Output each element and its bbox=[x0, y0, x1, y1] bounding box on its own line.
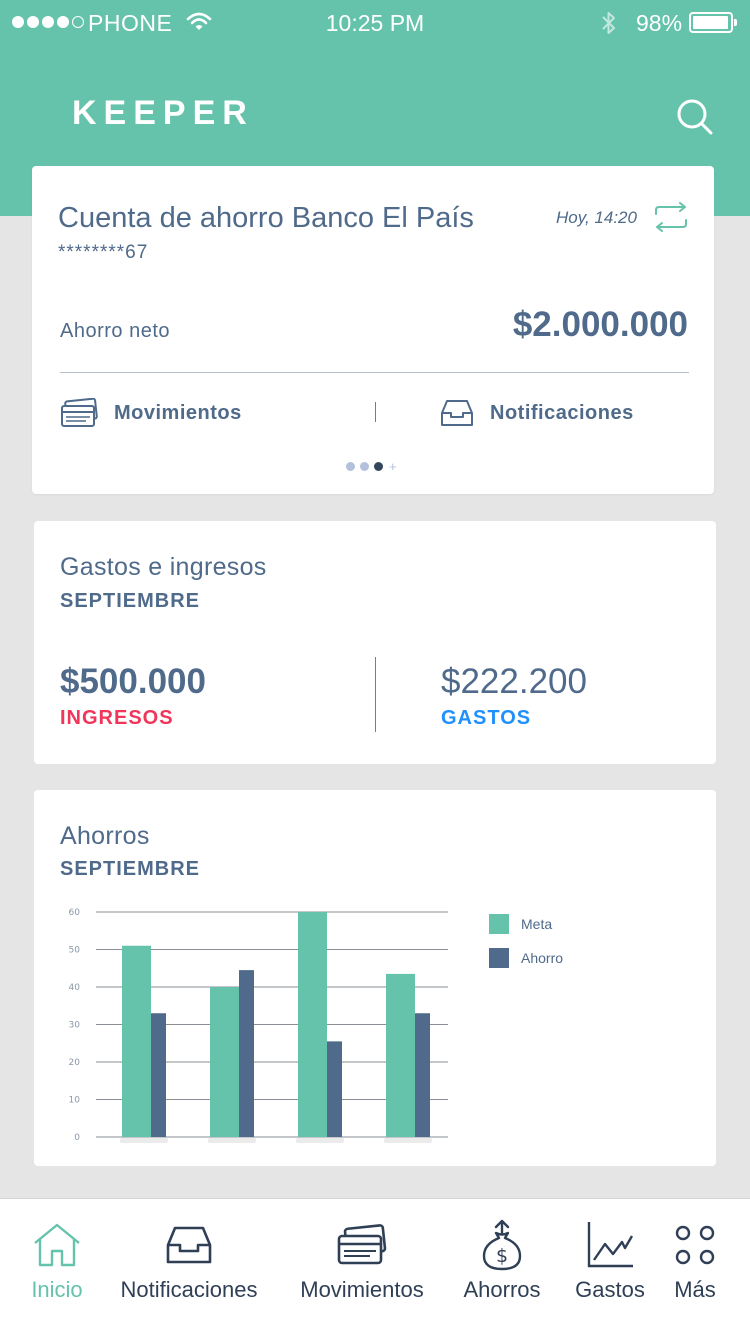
tab-mas[interactable]: Más bbox=[669, 1199, 721, 1322]
tab-label: Notificaciones bbox=[120, 1277, 258, 1302]
cards-icon bbox=[337, 1224, 387, 1265]
legend-swatch bbox=[489, 948, 509, 968]
savings-bar-chart: 0 10 20 30 40 50 60 bbox=[69, 908, 448, 1143]
search-icon[interactable] bbox=[676, 98, 714, 136]
legend-label: Meta bbox=[521, 916, 553, 932]
page-dot-active[interactable] bbox=[374, 462, 383, 471]
bar-ahorro bbox=[415, 1013, 430, 1137]
bar-ahorro bbox=[151, 1013, 166, 1137]
account-card[interactable]: Cuenta de ahorro Banco El País ********6… bbox=[32, 166, 714, 494]
tab-label: Ahorros bbox=[463, 1277, 541, 1302]
income-expense-title: Gastos e ingresos bbox=[60, 553, 267, 581]
net-savings-value: $2.000.000 bbox=[512, 305, 688, 344]
expense-value: $222.200 bbox=[441, 662, 587, 701]
tab-label: Gastos bbox=[575, 1277, 645, 1302]
page-indicator[interactable]: + bbox=[346, 460, 397, 473]
divider-vertical bbox=[375, 402, 376, 422]
divider-vertical bbox=[375, 657, 376, 732]
account-number: ********67 bbox=[58, 242, 149, 263]
money-bag-icon: $ bbox=[482, 1219, 522, 1271]
tab-label: Movimientos bbox=[300, 1277, 424, 1302]
chart-legend: Meta Ahorro bbox=[489, 914, 563, 982]
sync-icon[interactable] bbox=[653, 202, 689, 232]
legend-item: Ahorro bbox=[489, 948, 563, 968]
tab-movimientos[interactable]: Movimientos bbox=[292, 1199, 432, 1322]
legend-label: Ahorro bbox=[521, 950, 564, 966]
legend-swatch bbox=[489, 914, 509, 934]
movements-link-label: Movimientos bbox=[114, 401, 242, 424]
bar-meta bbox=[386, 973, 415, 1137]
bar-ahorro bbox=[239, 970, 254, 1137]
tab-label: Inicio bbox=[31, 1277, 83, 1302]
notifications-link[interactable]: Notificaciones bbox=[440, 398, 634, 428]
cards-icon bbox=[61, 398, 98, 427]
svg-text:$: $ bbox=[496, 1245, 508, 1267]
battery-percentage: 98% bbox=[636, 10, 683, 36]
tab-notificaciones[interactable]: Notificaciones bbox=[113, 1199, 265, 1322]
last-updated: Hoy, 14:20 bbox=[556, 208, 637, 227]
y-tick-label: 0 bbox=[74, 1133, 80, 1143]
home-icon bbox=[34, 1223, 80, 1267]
app-title: KEEPER bbox=[72, 94, 254, 132]
tab-inicio[interactable]: Inicio bbox=[26, 1199, 88, 1322]
tab-gastos[interactable]: Gastos bbox=[571, 1199, 649, 1322]
income-label: INGRESOS bbox=[60, 707, 174, 729]
y-tick-label: 30 bbox=[69, 1021, 81, 1031]
expense-label: GASTOS bbox=[441, 707, 532, 729]
legend-item: Meta bbox=[489, 914, 563, 934]
income-expense-month: SEPTIEMBRE bbox=[60, 590, 201, 612]
tab-ahorros[interactable]: $ Ahorros bbox=[458, 1199, 546, 1322]
y-tick-label: 50 bbox=[69, 946, 81, 956]
bar-shadow bbox=[208, 1138, 256, 1143]
page-dot[interactable] bbox=[360, 462, 369, 471]
bar-ahorro bbox=[327, 1041, 342, 1137]
add-page-icon[interactable]: + bbox=[389, 460, 397, 473]
y-tick-label: 40 bbox=[69, 983, 81, 993]
inbox-icon bbox=[166, 1226, 212, 1264]
bottom-tab-bar: Inicio Notificaciones Movimientos $ Ahor… bbox=[0, 1198, 750, 1322]
savings-card[interactable]: Ahorros SEPTIEMBRE 0 10 20 30 40 50 60 Meta Aho… bbox=[34, 790, 716, 1166]
income-expense-card[interactable]: Gastos e ingresos SEPTIEMBRE $500.000 IN… bbox=[34, 521, 716, 764]
savings-title: Ahorros bbox=[60, 822, 150, 850]
bluetooth-icon bbox=[602, 12, 615, 34]
notifications-link-label: Notificaciones bbox=[490, 401, 634, 424]
inbox-icon bbox=[441, 400, 473, 426]
account-name: Cuenta de ahorro Banco El País bbox=[58, 202, 474, 234]
line-chart-icon bbox=[587, 1222, 634, 1268]
tab-label: Más bbox=[674, 1277, 716, 1302]
bar-meta bbox=[210, 987, 239, 1137]
divider bbox=[60, 372, 689, 373]
income-value: $500.000 bbox=[60, 662, 206, 701]
savings-month: SEPTIEMBRE bbox=[60, 858, 201, 880]
bar-shadow bbox=[384, 1138, 432, 1143]
status-bar: PHONE 10:25 PM 98% bbox=[0, 0, 750, 46]
battery-icon bbox=[689, 12, 737, 33]
movements-link[interactable]: Movimientos bbox=[60, 398, 242, 428]
y-tick-label: 20 bbox=[69, 1058, 81, 1068]
y-tick-label: 60 bbox=[69, 908, 81, 918]
page-dot[interactable] bbox=[346, 462, 355, 471]
y-tick-label: 10 bbox=[69, 1096, 81, 1106]
net-savings-label: Ahorro neto bbox=[60, 320, 171, 342]
more-dots-icon bbox=[675, 1225, 715, 1265]
bar-shadow bbox=[120, 1138, 168, 1143]
bar-meta bbox=[122, 945, 151, 1137]
bar-shadow bbox=[296, 1138, 344, 1143]
bar-meta bbox=[298, 912, 327, 1137]
